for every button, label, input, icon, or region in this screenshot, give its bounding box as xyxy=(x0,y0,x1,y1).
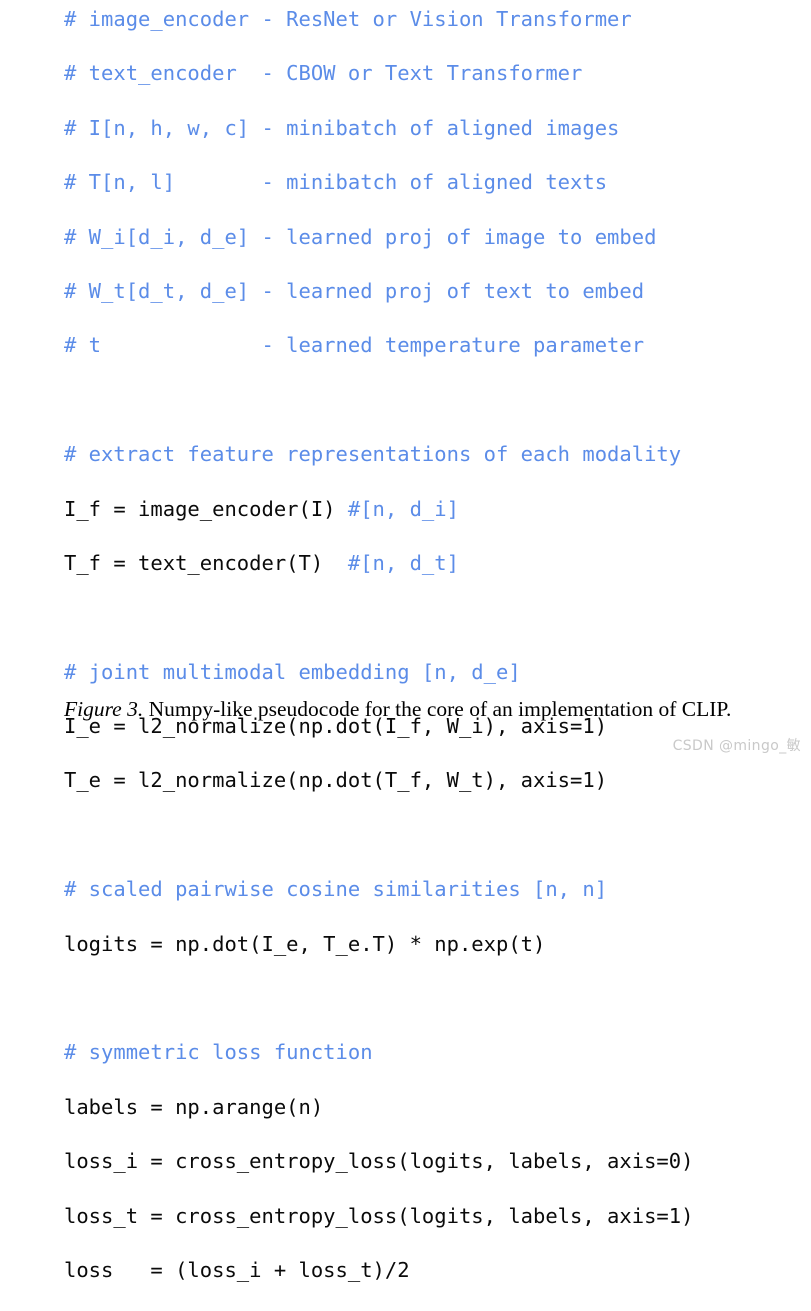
code-token: T_f = text_encoder(T) xyxy=(64,550,348,575)
code-line: # I[n, h, w, c] - minibatch of aligned i… xyxy=(64,115,804,142)
code-blank-line: ​ xyxy=(64,985,804,1012)
figure-container: # image_encoder - ResNet or Vision Trans… xyxy=(0,0,811,1282)
comment-token: # joint multimodal embedding [n, d_e] xyxy=(64,659,521,684)
comment-token: # symmetric loss function xyxy=(64,1040,373,1065)
code-line: labels = np.arange(n) xyxy=(64,1094,804,1121)
comment-token: # scaled pairwise cosine similarities [n… xyxy=(64,877,608,902)
code-line: logits = np.dot(I_e, T_e.T) * np.exp(t) xyxy=(64,931,804,958)
code-token: I_f = image_encoder(I) xyxy=(64,496,348,521)
code-token: loss_t = cross_entropy_loss(logits, labe… xyxy=(64,1203,694,1228)
comment-token: # T[n, l] - minibatch of aligned texts xyxy=(64,170,608,195)
code-line: # text_encoder - CBOW or Text Transforme… xyxy=(64,60,804,87)
figure-caption-label: Figure 3. xyxy=(64,697,144,721)
code-line: # t - learned temperature parameter xyxy=(64,332,804,359)
comment-token: # t - learned temperature parameter xyxy=(64,333,645,358)
code-line: # T[n, l] - minibatch of aligned texts xyxy=(64,169,804,196)
code-blank-line: ​ xyxy=(64,604,804,631)
comment-token: # I[n, h, w, c] - minibatch of aligned i… xyxy=(64,115,620,140)
comment-token: # image_encoder - ResNet or Vision Trans… xyxy=(64,7,632,31)
code-line: # symmetric loss function xyxy=(64,1039,804,1066)
code-token: loss = (loss_i + loss_t)/2 xyxy=(64,1257,410,1282)
figure-caption: Figure 3. Numpy-like pseudocode for the … xyxy=(64,694,780,724)
pseudocode-block: # image_encoder - ResNet or Vision Trans… xyxy=(64,6,804,1311)
comment-token: #[n, d_i] xyxy=(347,496,459,521)
comment-token: #[n, d_t] xyxy=(347,550,459,575)
code-token: loss_i = cross_entropy_loss(logits, labe… xyxy=(64,1149,694,1174)
code-line: loss_i = cross_entropy_loss(logits, labe… xyxy=(64,1148,804,1175)
comment-token: # extract feature representations of eac… xyxy=(64,442,682,467)
code-line: # extract feature representations of eac… xyxy=(64,441,804,468)
code-line: # joint multimodal embedding [n, d_e] xyxy=(64,659,804,686)
code-line: loss_t = cross_entropy_loss(logits, labe… xyxy=(64,1203,804,1230)
code-line: # W_t[d_t, d_e] - learned proj of text t… xyxy=(64,278,804,305)
code-token: labels = np.arange(n) xyxy=(64,1094,324,1119)
code-blank-line: ​ xyxy=(64,822,804,849)
figure-caption-body: Numpy-like pseudocode for the core of an… xyxy=(143,697,732,721)
code-line: # scaled pairwise cosine similarities [n… xyxy=(64,876,804,903)
code-blank-line: ​ xyxy=(64,387,804,414)
code-token: logits = np.dot(I_e, T_e.T) * np.exp(t) xyxy=(64,931,546,956)
code-line: loss = (loss_i + loss_t)/2 xyxy=(64,1257,804,1284)
comment-token: # text_encoder - CBOW or Text Transforme… xyxy=(64,61,583,86)
code-line: # W_i[d_i, d_e] - learned proj of image … xyxy=(64,224,804,251)
code-line: T_e = l2_normalize(np.dot(T_f, W_t), axi… xyxy=(64,767,804,794)
comment-token: # W_t[d_t, d_e] - learned proj of text t… xyxy=(64,278,645,303)
code-line: T_f = text_encoder(T) #[n, d_t] xyxy=(64,550,804,577)
code-token: T_e = l2_normalize(np.dot(T_f, W_t), axi… xyxy=(64,768,608,793)
code-line: # image_encoder - ResNet or Vision Trans… xyxy=(64,6,804,33)
code-line: I_f = image_encoder(I) #[n, d_i] xyxy=(64,496,804,523)
csdn-watermark: CSDN @mingo_敏 xyxy=(672,738,801,754)
comment-token: # W_i[d_i, d_e] - learned proj of image … xyxy=(64,224,657,249)
